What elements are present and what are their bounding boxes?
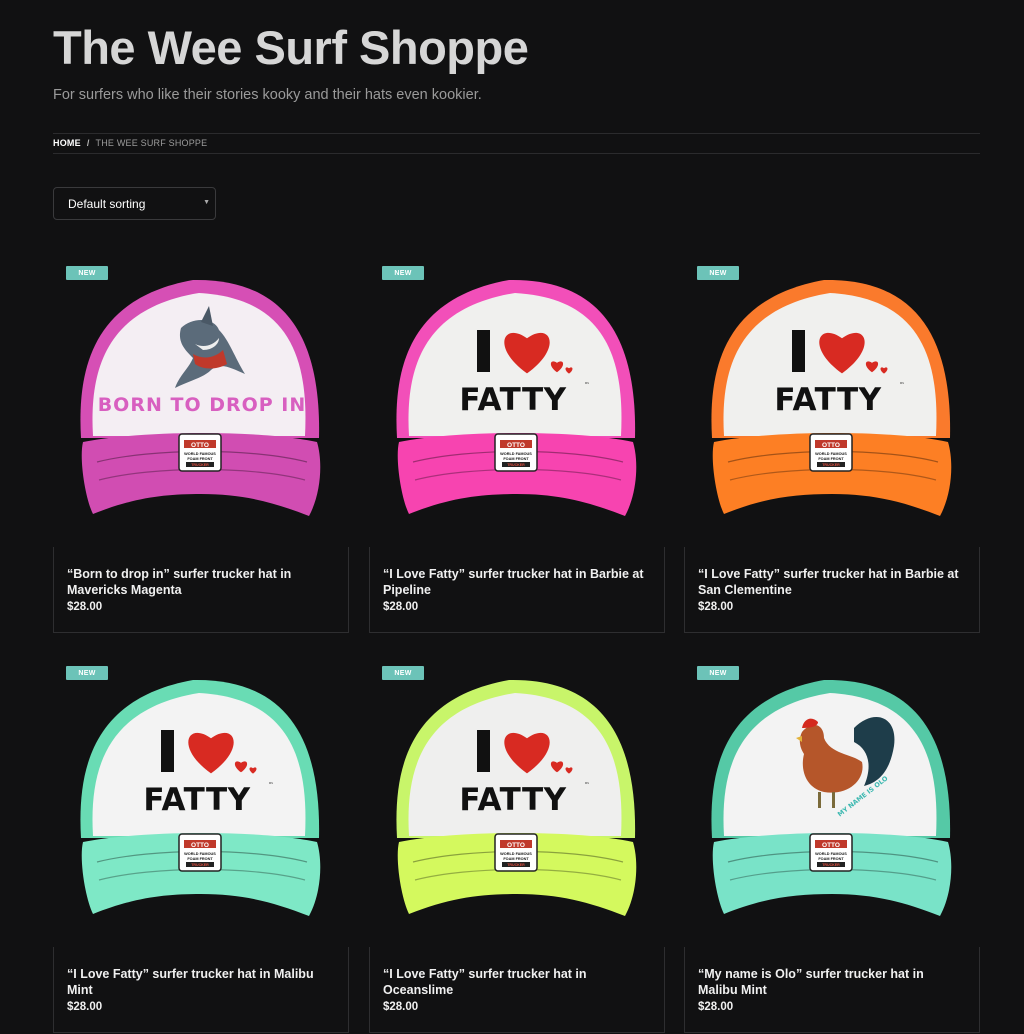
new-badge: NEW xyxy=(66,266,108,280)
trucker-hat-graphic: FATTY ™ OTTO WORLD FAMOUS FOAM FRONT TRUC… xyxy=(711,279,952,516)
svg-text:WORLD FAMOUS: WORLD FAMOUS xyxy=(500,452,532,456)
svg-text:FOAM FRONT: FOAM FRONT xyxy=(818,857,844,861)
product-info: “I Love Fatty” surfer trucker hat in Mal… xyxy=(53,947,349,1033)
divider xyxy=(53,153,980,154)
product-title[interactable]: “My name is Olo” surfer trucker hat in M… xyxy=(698,967,963,998)
letter-i xyxy=(161,730,174,772)
product-image[interactable]: FATTY ™ OTTO WORLD FAMOUS FOAM FRONT TRUC… xyxy=(684,258,980,548)
svg-text:TRUCKER: TRUCKER xyxy=(191,463,209,467)
new-badge: NEW xyxy=(382,666,424,680)
product-image[interactable]: MY NAME IS OLO OTTO WORLD FAMOUS FOAM FR… xyxy=(684,658,980,948)
product-price: $28.00 xyxy=(698,1001,734,1013)
svg-text:OTTO: OTTO xyxy=(822,442,840,449)
new-badge: NEW xyxy=(697,266,739,280)
born-to-drop-in-text: BORN TO DROP IN xyxy=(98,394,307,416)
svg-text:TRUCKER: TRUCKER xyxy=(822,863,840,867)
trucker-hat-graphic: BORN TO DROP IN OTTO WORLD FAMOUS FOAM F… xyxy=(80,279,321,516)
svg-text:FOAM FRONT: FOAM FRONT xyxy=(503,857,529,861)
product-title[interactable]: “I Love Fatty” surfer trucker hat in Bar… xyxy=(383,567,648,598)
svg-text:TRUCKER: TRUCKER xyxy=(507,463,525,467)
product-info: “I Love Fatty” surfer trucker hat in Bar… xyxy=(684,547,980,633)
product-image[interactable]: FATTY ™ OTTO WORLD FAMOUS FOAM FRONT TRUC… xyxy=(53,658,349,948)
svg-text:WORLD FAMOUS: WORLD FAMOUS xyxy=(184,852,216,856)
trucker-hat-graphic: FATTY ™ OTTO WORLD FAMOUS FOAM FRONT TRUC… xyxy=(396,279,637,516)
svg-text:TRUCKER: TRUCKER xyxy=(507,863,525,867)
product-info: “My name is Olo” surfer trucker hat in M… xyxy=(684,947,980,1033)
fatty-text: FATTY xyxy=(459,382,566,418)
fatty-text: FATTY xyxy=(774,382,881,418)
svg-text:TRUCKER: TRUCKER xyxy=(822,463,840,467)
sorting-selected-value: Default sorting xyxy=(68,196,146,211)
letter-i xyxy=(477,330,490,372)
svg-text:FOAM FRONT: FOAM FRONT xyxy=(818,457,844,461)
svg-text:OTTO: OTTO xyxy=(191,442,209,449)
product-price: $28.00 xyxy=(67,601,103,613)
svg-text:FOAM FRONT: FOAM FRONT xyxy=(503,457,529,461)
product-card[interactable]: NEW FATTY ™ OTTO WORLD FAMOUS FOAM FRONT … xyxy=(369,258,665,634)
product-image[interactable]: FATTY ™ OTTO WORLD FAMOUS FOAM FRONT TRUC… xyxy=(369,658,665,948)
fatty-text: FATTY xyxy=(459,782,566,818)
svg-text:™: ™ xyxy=(900,382,905,388)
product-info: “Born to drop in” surfer trucker hat in … xyxy=(53,547,349,633)
svg-text:OTTO: OTTO xyxy=(507,842,525,849)
product-price: $28.00 xyxy=(383,601,419,613)
site-tagline: For surfers who like their stories kooky… xyxy=(53,87,482,103)
product-title[interactable]: “Born to drop in” surfer trucker hat in … xyxy=(67,567,332,598)
product-price: $28.00 xyxy=(698,601,734,613)
fatty-text: FATTY xyxy=(143,782,250,818)
product-title[interactable]: “I Love Fatty” surfer trucker hat in Mal… xyxy=(67,967,332,998)
product-title[interactable]: “I Love Fatty” surfer trucker hat in Bar… xyxy=(698,567,963,598)
trucker-hat-graphic: FATTY ™ OTTO WORLD FAMOUS FOAM FRONT TRUC… xyxy=(396,679,637,916)
product-card[interactable]: NEW FATTY ™ OTTO WORLD FAMOUS FOAM FRONT … xyxy=(53,658,349,1034)
sorting-select[interactable]: Default sorting ▼ xyxy=(53,187,216,220)
letter-i xyxy=(477,730,490,772)
breadcrumb-current: THE WEE SURF SHOPPE xyxy=(95,138,208,148)
divider xyxy=(53,133,980,134)
product-card[interactable]: NEW MY NAME IS OLO OTTO WORLD FAMOUS FOA… xyxy=(684,658,980,1034)
product-info: “I Love Fatty” surfer trucker hat in Bar… xyxy=(369,547,665,633)
product-title[interactable]: “I Love Fatty” surfer trucker hat in Oce… xyxy=(383,967,648,998)
product-price: $28.00 xyxy=(383,1001,419,1013)
trucker-hat-graphic: MY NAME IS OLO OTTO WORLD FAMOUS FOAM FR… xyxy=(711,679,952,916)
breadcrumb-separator: / xyxy=(86,138,90,148)
svg-text:WORLD FAMOUS: WORLD FAMOUS xyxy=(815,452,847,456)
chevron-down-icon: ▼ xyxy=(203,199,210,206)
breadcrumb: HOME / THE WEE SURF SHOPPE xyxy=(53,138,207,148)
svg-text:OTTO: OTTO xyxy=(822,842,840,849)
svg-text:™: ™ xyxy=(585,382,590,388)
svg-text:™: ™ xyxy=(585,782,590,788)
svg-text:OTTO: OTTO xyxy=(507,442,525,449)
svg-text:WORLD FAMOUS: WORLD FAMOUS xyxy=(815,852,847,856)
letter-i xyxy=(792,330,805,372)
new-badge: NEW xyxy=(382,266,424,280)
new-badge: NEW xyxy=(697,666,739,680)
product-card[interactable]: NEW BORN TO DROP IN OTTO WORLD FAMOUS FO… xyxy=(53,258,349,634)
product-info: “I Love Fatty” surfer trucker hat in Oce… xyxy=(369,947,665,1033)
svg-text:TRUCKER: TRUCKER xyxy=(191,863,209,867)
svg-text:™: ™ xyxy=(269,782,274,788)
svg-text:FOAM FRONT: FOAM FRONT xyxy=(187,457,213,461)
product-image[interactable]: FATTY ™ OTTO WORLD FAMOUS FOAM FRONT TRUC… xyxy=(369,258,665,548)
product-price: $28.00 xyxy=(67,1001,103,1013)
trucker-hat-graphic: FATTY ™ OTTO WORLD FAMOUS FOAM FRONT TRUC… xyxy=(80,679,321,916)
svg-text:WORLD FAMOUS: WORLD FAMOUS xyxy=(184,452,216,456)
svg-text:FOAM FRONT: FOAM FRONT xyxy=(187,857,213,861)
site-title[interactable]: The Wee Surf Shoppe xyxy=(53,20,529,75)
svg-text:WORLD FAMOUS: WORLD FAMOUS xyxy=(500,852,532,856)
product-image[interactable]: BORN TO DROP IN OTTO WORLD FAMOUS FOAM F… xyxy=(53,258,349,548)
svg-text:OTTO: OTTO xyxy=(191,842,209,849)
breadcrumb-home-link[interactable]: HOME xyxy=(53,138,81,148)
new-badge: NEW xyxy=(66,666,108,680)
product-card[interactable]: NEW FATTY ™ OTTO WORLD FAMOUS FOAM FRONT … xyxy=(369,658,665,1034)
product-card[interactable]: NEW FATTY ™ OTTO WORLD FAMOUS FOAM FRONT … xyxy=(684,258,980,634)
